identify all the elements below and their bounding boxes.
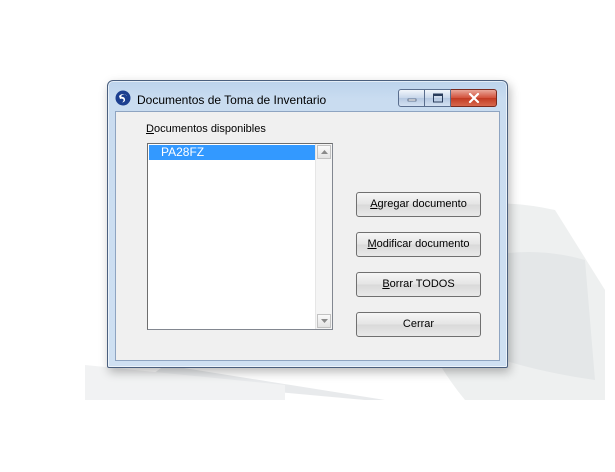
maximize-button[interactable]	[425, 89, 451, 107]
dialog-client-area: Documentos disponibles PA28FZ Agregar do…	[115, 111, 500, 361]
minimize-button[interactable]	[398, 89, 425, 107]
add-document-button[interactable]: Agregar documento	[356, 192, 481, 217]
scroll-up-arrow-icon	[321, 150, 328, 154]
add-access-key: A	[370, 198, 378, 210]
scroll-down-arrow-icon	[321, 319, 328, 323]
app-logo-icon[interactable]	[115, 90, 131, 106]
listbox-scrollbar[interactable]	[315, 144, 332, 329]
close-window-button[interactable]	[451, 89, 497, 107]
modify-label: odificar documento	[376, 238, 470, 250]
titlebar[interactable]: Documentos de Toma de Inventario	[108, 81, 507, 111]
delete-label: orrar TODOS	[389, 278, 455, 290]
documents-list-label: Documentos disponibles	[146, 123, 266, 135]
scroll-down-button[interactable]	[317, 314, 331, 328]
minimize-icon	[407, 98, 416, 102]
add-label: gregar documento	[377, 198, 467, 210]
modify-document-button[interactable]: Modificar documento	[356, 232, 481, 257]
modify-access-key: M	[367, 238, 377, 250]
delete-all-button[interactable]: Borrar TODOS	[356, 272, 481, 297]
label-text: ocumentos disponibles	[153, 123, 266, 135]
window-title: Documentos de Toma de Inventario	[137, 93, 327, 107]
close-icon	[468, 92, 479, 104]
scroll-up-button[interactable]	[317, 145, 331, 159]
label-access-key: D	[146, 123, 154, 135]
maximize-icon	[432, 93, 443, 103]
inventory-documents-dialog: Documentos de Toma de Inventario Documen…	[107, 80, 508, 368]
close-button[interactable]: Cerrar	[356, 312, 481, 337]
documents-listbox[interactable]: PA28FZ	[147, 143, 333, 330]
delete-access-key: B	[382, 278, 390, 290]
list-item-selected[interactable]: PA28FZ	[149, 145, 315, 160]
